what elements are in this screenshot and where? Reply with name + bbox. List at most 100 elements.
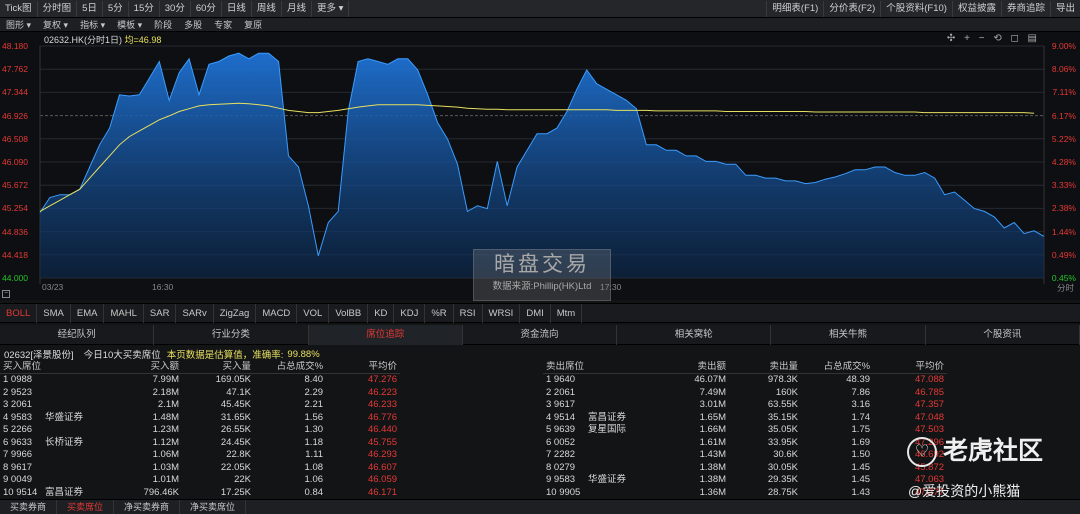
tab-5[interactable]: 相关牛熊: [771, 324, 926, 345]
buy-header-1: 买入额: [106, 361, 183, 374]
buy-cell: 46.440: [367, 424, 398, 436]
tab-0[interactable]: 经纪队列: [0, 324, 155, 345]
sell-cell: [585, 386, 649, 399]
tab-6[interactable]: 个股资讯: [926, 324, 1080, 345]
indicator-mahl[interactable]: MAHL: [104, 303, 144, 323]
toolbar-btn-0[interactable]: Tick图: [0, 0, 38, 17]
buy-cell: 9 0049: [3, 474, 33, 486]
sell-seat-table: 卖出席位 卖出额 卖出量 占总成交% 平均价 1 9640 46.07M 978.3K 48.…: [543, 361, 948, 499]
toolbar-btn-3[interactable]: 5分: [103, 0, 129, 17]
sell-row[interactable]: 4 9514 富昌证券 1.65M 35.15K 1.74 47.048: [543, 411, 947, 424]
toolbar-btn-5[interactable]: 30分: [160, 0, 191, 17]
indicator-sarv[interactable]: SARv: [176, 303, 214, 323]
subtoolbar-btn-5[interactable]: 多股: [178, 18, 208, 32]
buy-cell: 2.1M: [157, 399, 180, 411]
buy-row[interactable]: 9 0049 1.01M 22K 1.06 46.059: [0, 474, 400, 487]
indicator-dmi[interactable]: DMI: [520, 303, 551, 323]
indicator-wrsi[interactable]: WRSI: [483, 303, 521, 323]
subtoolbar-btn-1[interactable]: 复权 ▾: [37, 18, 74, 32]
indicator-ema[interactable]: EMA: [71, 303, 105, 323]
toolbar-right-btn-3[interactable]: 权益披露: [951, 0, 1001, 17]
toolbar-btn-1[interactable]: 分时图: [38, 0, 78, 17]
bottom-tab-2[interactable]: 净买卖券商: [114, 500, 181, 514]
sell-row[interactable]: 3 9617 3.01M 63.55K 3.16 47.357: [543, 399, 947, 412]
sell-cell: 47.048: [914, 411, 945, 423]
buy-row[interactable]: 3 2061 2.1M 45.45K 2.21 46.233: [0, 399, 400, 412]
indicator-vol[interactable]: VOL: [297, 303, 330, 323]
tab-4[interactable]: 相关窝轮: [617, 324, 772, 345]
indicator-sar[interactable]: SAR: [144, 303, 177, 323]
buy-row[interactable]: 8 9617 1.03M 22.05K 1.08 46.607: [0, 461, 400, 474]
sell-cell: [585, 436, 649, 449]
toolbar-btn-7[interactable]: 日线: [222, 0, 252, 17]
indicator-zigzag[interactable]: ZigZag: [214, 303, 257, 323]
sell-cell: 35.05K: [767, 424, 799, 436]
toolbar-btn-8[interactable]: 周线: [252, 0, 282, 17]
buy-cell: 1.06M: [152, 449, 180, 461]
sell-row[interactable]: 2 2061 7.49M 160K 7.86 46.785: [543, 386, 947, 399]
buy-row[interactable]: 1 0988 7.99M 169.05K 8.40 47.276: [0, 374, 400, 387]
buy-row[interactable]: 2 9523 2.18M 47.1K 2.29 46.223: [0, 386, 400, 399]
toolbar-right-btn-1[interactable]: 分价表(F2): [823, 0, 880, 17]
sell-header-4: 平均价: [873, 361, 948, 374]
indicator-boll[interactable]: BOLL: [0, 303, 38, 323]
sell-row[interactable]: 9 9583 华盛证券 1.38M 29.35K 1.45 47.063: [543, 474, 947, 487]
buy-cell: 2.18M: [152, 386, 180, 398]
x-label-start: 03/23: [42, 282, 64, 292]
tab-2[interactable]: 席位追踪: [308, 324, 463, 345]
seat-info-line: 02632[泽景股份] 今日10大买卖席位 本页数据是估算值，准确率: 99.8…: [0, 347, 1080, 362]
subtoolbar-btn-0[interactable]: 图形 ▾: [0, 18, 37, 32]
subtoolbar-btn-6[interactable]: 专家: [208, 18, 238, 32]
sell-row[interactable]: 1 9640 46.07M 978.3K 48.39 47.088: [543, 374, 947, 387]
buy-cell: [42, 461, 106, 474]
indicator-kd[interactable]: KD: [368, 303, 395, 323]
bottom-tab-1[interactable]: 买卖席位: [57, 500, 115, 514]
toolbar-btn-10[interactable]: 更多 ▾: [312, 0, 350, 17]
buy-row[interactable]: 5 2266 1.23M 26.55K 1.30 46.440: [0, 424, 400, 437]
indicator-kdj[interactable]: KDJ: [394, 303, 426, 323]
sell-cell: 978.3K: [767, 374, 799, 386]
toolbar-right-btn-5[interactable]: 导出: [1049, 0, 1080, 17]
buy-row[interactable]: 10 9514 富昌证券 796.46K 17.25K 0.84 46.171: [0, 486, 400, 499]
buy-row[interactable]: 4 9583 华盛证券 1.48M 31.65K 1.56 46.776: [0, 411, 400, 424]
toolbar-btn-6[interactable]: 60分: [191, 0, 222, 17]
toolbar-right-btn-0[interactable]: 明细表(F1): [766, 0, 823, 17]
sell-row[interactable]: 10 9905 1.36M 28.75K 1.43 47.277: [543, 486, 947, 499]
y-right-label-3: 6.17%: [1051, 110, 1076, 121]
indicator-rsi[interactable]: RSI: [454, 303, 483, 323]
tab-1[interactable]: 行业分类: [154, 324, 309, 345]
sell-row[interactable]: 6 0052 1.61M 33.95K 1.69 47.296: [543, 436, 947, 449]
y-left-label-7: 45.254: [2, 203, 28, 214]
subtoolbar-btn-3[interactable]: 模板 ▾: [111, 18, 148, 32]
bottom-tab-0[interactable]: 买卖券商: [0, 500, 58, 514]
sell-row[interactable]: 8 0279 1.38M 30.05K 1.45 45.872: [543, 461, 947, 474]
sell-cell: 1.50: [851, 449, 871, 461]
sell-row[interactable]: 5 9639 复星国际 1.66M 35.05K 1.75 47.503: [543, 424, 947, 437]
collapse-icon[interactable]: −: [2, 290, 10, 298]
buy-cell: 10 9514: [3, 486, 38, 498]
indicator-volbb[interactable]: VolBB: [329, 303, 369, 323]
bottom-tab-3[interactable]: 净买卖席位: [180, 500, 247, 514]
subtoolbar-btn-4[interactable]: 阶段: [148, 18, 178, 32]
buy-row[interactable]: 7 9966 1.06M 22.8K 1.11 46.293: [0, 449, 400, 462]
toolbar-btn-4[interactable]: 15分: [129, 0, 160, 17]
intraday-chart[interactable]: 02632.HK(分时1日) 均=46.98 ✣ + − ⟲ ◻ ▤ 48.18…: [0, 32, 1080, 301]
buy-row[interactable]: 6 9633 长桥证券 1.12M 24.45K 1.18 45.755: [0, 436, 400, 449]
indicator-macd[interactable]: MACD: [256, 303, 298, 323]
subtoolbar-btn-2[interactable]: 指标 ▾: [74, 18, 111, 32]
chart-symbol: 02632.HK(分时1日): [44, 35, 123, 45]
toolbar-right-btn-2[interactable]: 个股资料(F10): [880, 0, 952, 17]
tab-3[interactable]: 资金流向: [463, 324, 618, 345]
indicator-mtm[interactable]: Mtm: [551, 303, 583, 323]
toolbar-right-btn-4[interactable]: 券商追踪: [1000, 0, 1050, 17]
sell-cell: 46.07M: [694, 374, 727, 386]
indicator-sma[interactable]: SMA: [37, 303, 71, 323]
dark-pool-watermark: 暗盘交易 数据来源:Phillip(HK)Ltd: [473, 249, 611, 301]
sell-row[interactable]: 7 2282 1.43M 30.6K 1.50 46.692: [543, 449, 947, 462]
toolbar-btn-2[interactable]: 5日: [77, 0, 103, 17]
buy-cell: 46.233: [367, 399, 398, 411]
toolbar-btn-9[interactable]: 月线: [282, 0, 312, 17]
indicator-pctr[interactable]: %R: [425, 303, 454, 323]
chart-tools[interactable]: ✣ + − ⟲ ◻ ▤: [947, 33, 1040, 44]
subtoolbar-btn-7[interactable]: 复原: [238, 18, 268, 32]
